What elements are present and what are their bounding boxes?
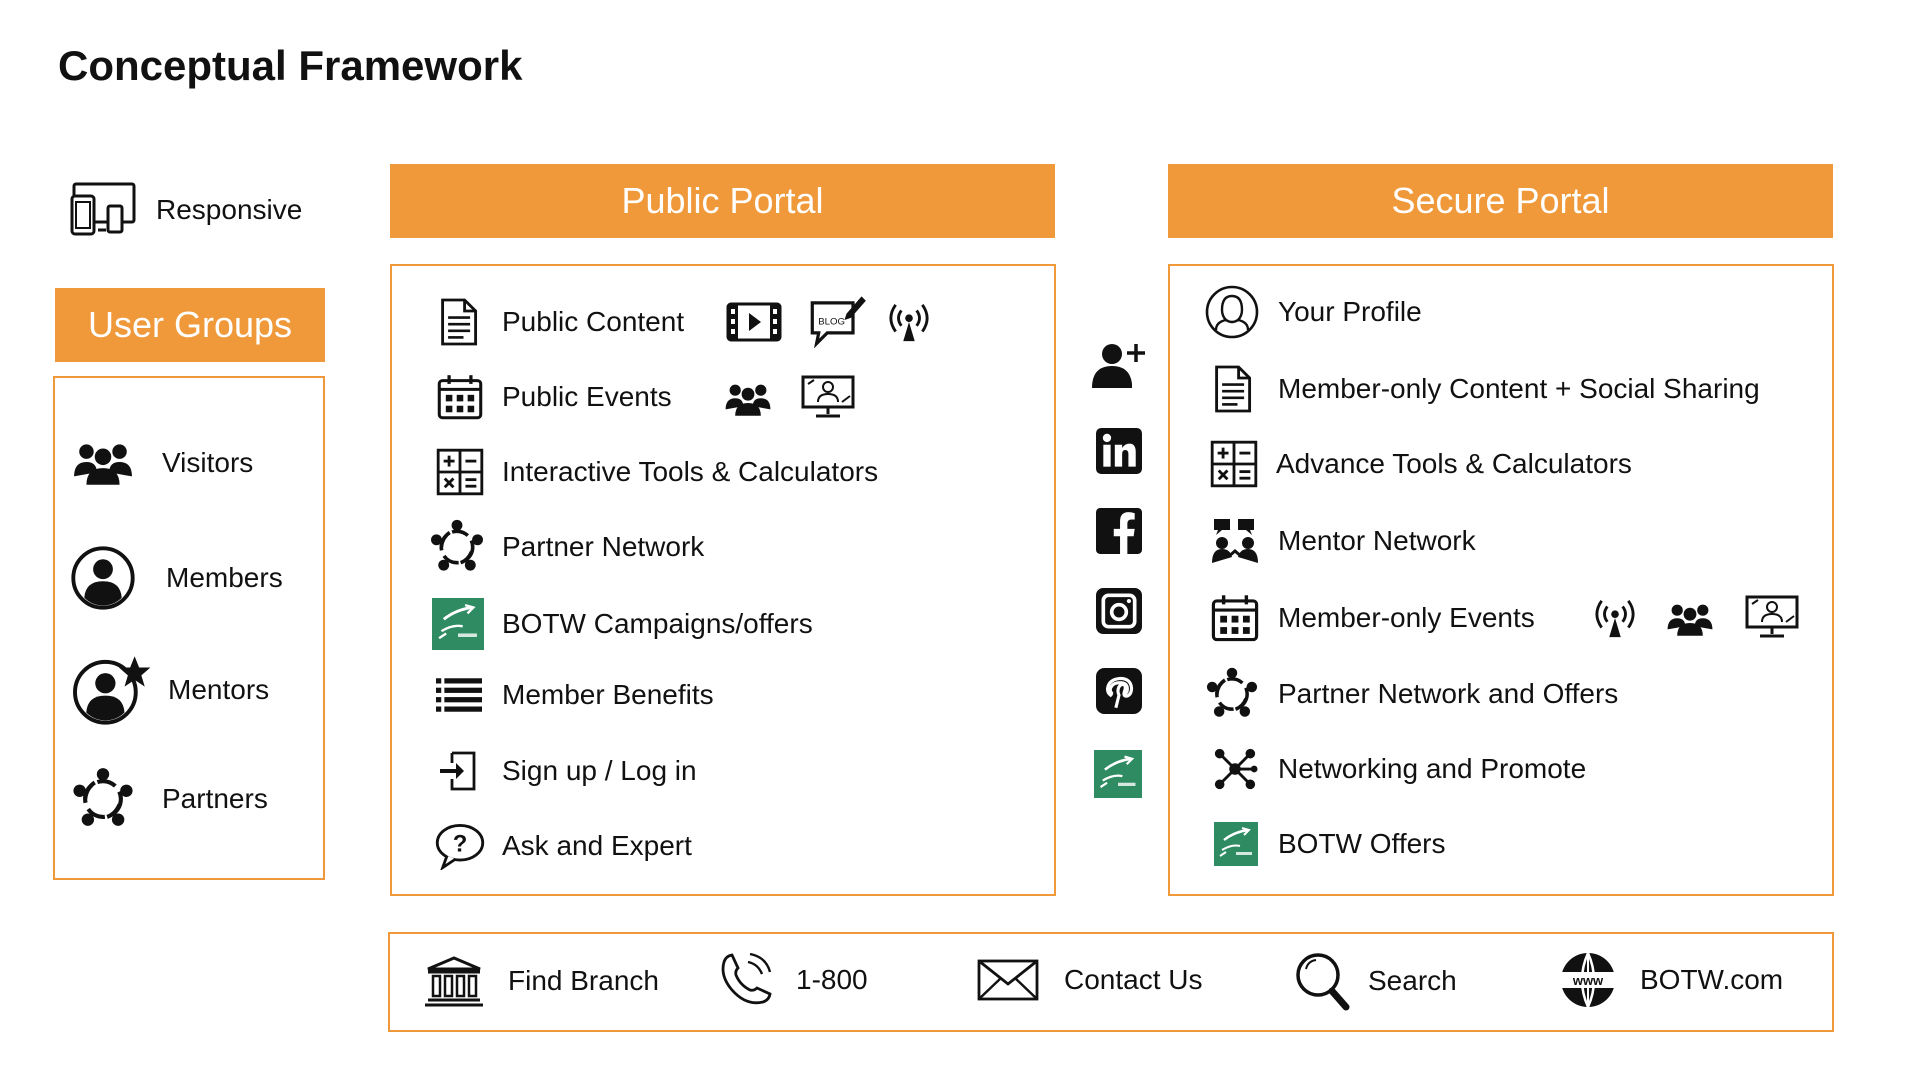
blog-icon xyxy=(808,292,868,353)
partner-network-item[interactable]: Partner Network xyxy=(428,518,704,576)
public-portal-item-label: BOTW Campaigns/offers xyxy=(502,608,813,639)
user-group-partners[interactable]: Partners xyxy=(70,766,268,832)
globe-icon xyxy=(1558,950,1618,1010)
responsive-indicator: Responsive xyxy=(70,182,302,238)
calculator-icon xyxy=(1210,440,1260,488)
public-portal-item-label: Public Events xyxy=(502,381,672,412)
user-group-members[interactable]: Members xyxy=(70,545,283,611)
phone-link[interactable]: 1-800 xyxy=(716,950,868,1010)
phone-icon xyxy=(716,950,776,1010)
public-portal-item-label: Partner Network xyxy=(502,531,705,562)
webinar-icon xyxy=(1744,594,1800,645)
user-group-label: Partners xyxy=(162,783,268,814)
botw-campaigns-item[interactable]: BOTW Campaigns/offers xyxy=(432,598,813,650)
secure-portal-item-label: Networking and Promote xyxy=(1278,753,1587,784)
document-icon xyxy=(1210,364,1260,414)
public-portal-item-label: Member Benefits xyxy=(502,679,714,710)
sign-in-icon xyxy=(436,748,486,794)
broadcast-icon xyxy=(1594,596,1636,645)
networking-promote-item[interactable]: Networking and Promote xyxy=(1212,746,1586,792)
find-branch-link[interactable]: Find Branch xyxy=(424,954,659,1008)
pinterest-icon[interactable] xyxy=(1096,668,1142,719)
devices-icon xyxy=(70,182,138,238)
public-content-item[interactable]: Public Content xyxy=(436,296,684,348)
facebook-icon[interactable] xyxy=(1096,508,1142,559)
public-portal-header: Public Portal xyxy=(390,164,1055,238)
member-benefits-item[interactable]: Member Benefits xyxy=(436,676,714,714)
contact-us-link[interactable]: Contact Us xyxy=(976,958,1203,1002)
group-icon xyxy=(1666,600,1714,643)
instagram-icon[interactable] xyxy=(1096,588,1142,639)
partner-network-offers-item[interactable]: Partner Network and Offers xyxy=(1204,666,1618,722)
footer-item-label: Search xyxy=(1368,965,1457,996)
partner-network-icon xyxy=(428,518,486,576)
secure-portal-item-label: Advance Tools & Calculators xyxy=(1276,448,1632,479)
group-icon xyxy=(724,380,772,423)
network-icon xyxy=(1212,746,1260,792)
member-only-content-item[interactable]: Member-only Content + Social Sharing xyxy=(1210,364,1760,414)
bank-logo-icon xyxy=(1214,822,1260,866)
user-group-label: Visitors xyxy=(162,447,254,478)
secure-portal-panel xyxy=(1168,264,1834,896)
user-group-mentors[interactable]: Mentors xyxy=(70,654,269,726)
user-groups-header: User Groups xyxy=(55,288,325,362)
group-icon xyxy=(72,438,134,488)
linkedin-icon[interactable] xyxy=(1096,428,1142,479)
mentor-icon xyxy=(1210,516,1260,566)
list-icon xyxy=(436,676,486,714)
bank-logo-icon[interactable] xyxy=(1094,750,1142,803)
footer-item-label: Find Branch xyxy=(508,965,659,996)
search-link[interactable]: Search xyxy=(1294,950,1457,1012)
secure-portal-header: Secure Portal xyxy=(1168,164,1833,238)
secure-portal-item-label: Your Profile xyxy=(1278,296,1422,327)
public-portal-panel xyxy=(390,264,1056,896)
mentor-network-item[interactable]: Mentor Network xyxy=(1210,516,1476,566)
question-bubble-icon xyxy=(434,822,486,870)
interactive-tools-item[interactable]: Interactive Tools & Calculators xyxy=(436,448,878,496)
responsive-label: Responsive xyxy=(156,194,303,225)
page-title: Conceptual Framework xyxy=(58,42,523,89)
calendar-icon xyxy=(1210,592,1260,644)
ask-an-expert-item[interactable]: Ask and Expert xyxy=(434,822,692,870)
footer-item-label: BOTW.com xyxy=(1640,964,1784,995)
botw-website-link[interactable]: BOTW.com xyxy=(1558,950,1783,1010)
your-profile-item[interactable]: Your Profile xyxy=(1204,284,1422,340)
advance-tools-item[interactable]: Advance Tools & Calculators xyxy=(1210,440,1632,488)
calendar-icon xyxy=(436,372,486,422)
public-events-item[interactable]: Public Events xyxy=(436,372,672,422)
webinar-icon xyxy=(800,374,856,425)
footer-item-label: 1-800 xyxy=(796,964,868,995)
user-group-label: Mentors xyxy=(168,674,270,705)
user-group-visitors[interactable]: Visitors xyxy=(72,438,253,488)
user-star-icon xyxy=(70,654,152,726)
partner-network-icon xyxy=(70,766,136,832)
bank-building-icon xyxy=(424,954,484,1008)
secure-portal-item-label: Mentor Network xyxy=(1278,525,1476,556)
video-icon xyxy=(726,302,782,347)
member-only-events-item[interactable]: Member-only Events xyxy=(1210,592,1535,644)
add-user-icon[interactable] xyxy=(1090,340,1146,395)
secure-portal-item-label: BOTW Offers xyxy=(1278,828,1446,859)
sign-up-log-in-item[interactable]: Sign up / Log in xyxy=(436,748,697,794)
user-group-label: Members xyxy=(166,562,283,593)
envelope-icon xyxy=(976,958,1040,1002)
public-portal-item-label: Public Content xyxy=(502,306,685,337)
secure-portal-item-label: Partner Network and Offers xyxy=(1278,678,1619,709)
public-portal-item-label: Interactive Tools & Calculators xyxy=(502,456,879,487)
public-portal-item-label: Sign up / Log in xyxy=(502,755,697,786)
secure-portal-item-label: Member-only Events xyxy=(1278,602,1535,633)
public-portal-item-label: Ask and Expert xyxy=(502,830,692,861)
footer-item-label: Contact Us xyxy=(1064,964,1203,995)
user-circle-icon xyxy=(70,545,136,611)
profile-icon xyxy=(1204,284,1260,340)
calculator-icon xyxy=(436,448,486,496)
search-icon xyxy=(1294,950,1350,1012)
document-icon xyxy=(436,296,486,348)
broadcast-icon xyxy=(888,300,930,349)
botw-offers-item[interactable]: BOTW Offers xyxy=(1214,822,1446,866)
bank-logo-icon xyxy=(432,598,486,650)
partner-network-icon xyxy=(1204,666,1260,722)
secure-portal-item-label: Member-only Content + Social Sharing xyxy=(1278,373,1760,404)
